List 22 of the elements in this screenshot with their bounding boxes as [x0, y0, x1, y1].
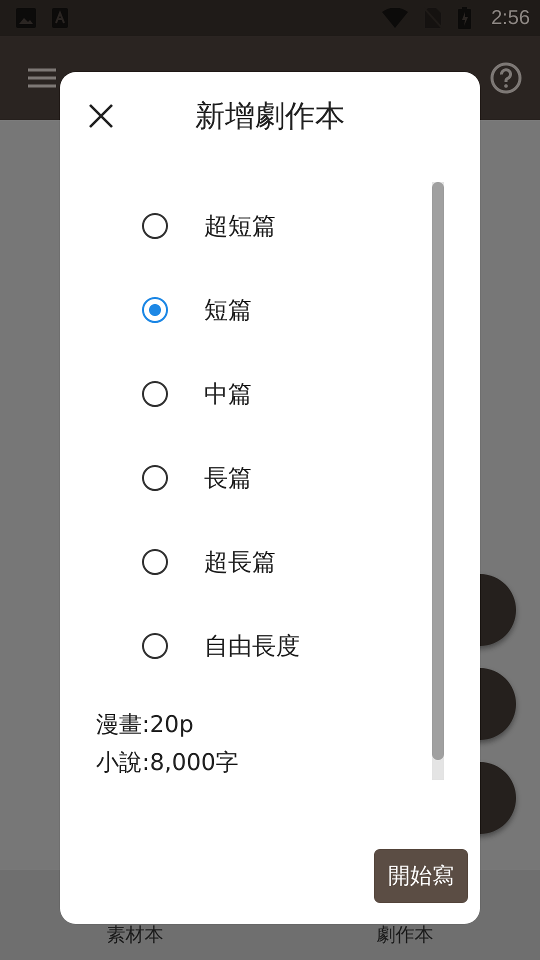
detail-text: 小說:8,000字 [96, 749, 239, 778]
dialog-title: 新增劇作本 [194, 98, 346, 136]
radio-button[interactable] [142, 633, 168, 659]
option-label[interactable]: 長篇 [204, 462, 252, 494]
status-time: 2:56 [491, 6, 530, 30]
radio-button[interactable] [142, 297, 168, 323]
radio-button[interactable] [142, 549, 168, 575]
option-label[interactable]: 自由長度 [204, 630, 300, 662]
radio-button[interactable] [142, 465, 168, 491]
option-label[interactable]: 中篇 [204, 378, 252, 410]
help-icon[interactable] [490, 62, 522, 94]
option-label[interactable]: 超長篇 [204, 546, 276, 578]
option-label[interactable]: 短篇 [204, 294, 252, 326]
start-button[interactable]: 開始寫 [374, 849, 468, 903]
image-icon [16, 8, 36, 28]
menu-icon[interactable] [28, 68, 56, 88]
radio-button[interactable] [142, 213, 168, 239]
option-label[interactable]: 超短篇 [204, 210, 276, 242]
font-icon [52, 8, 68, 28]
detail-text: 漫畫:20p [96, 711, 194, 740]
battery-icon [458, 7, 472, 29]
radio-button[interactable] [142, 381, 168, 407]
